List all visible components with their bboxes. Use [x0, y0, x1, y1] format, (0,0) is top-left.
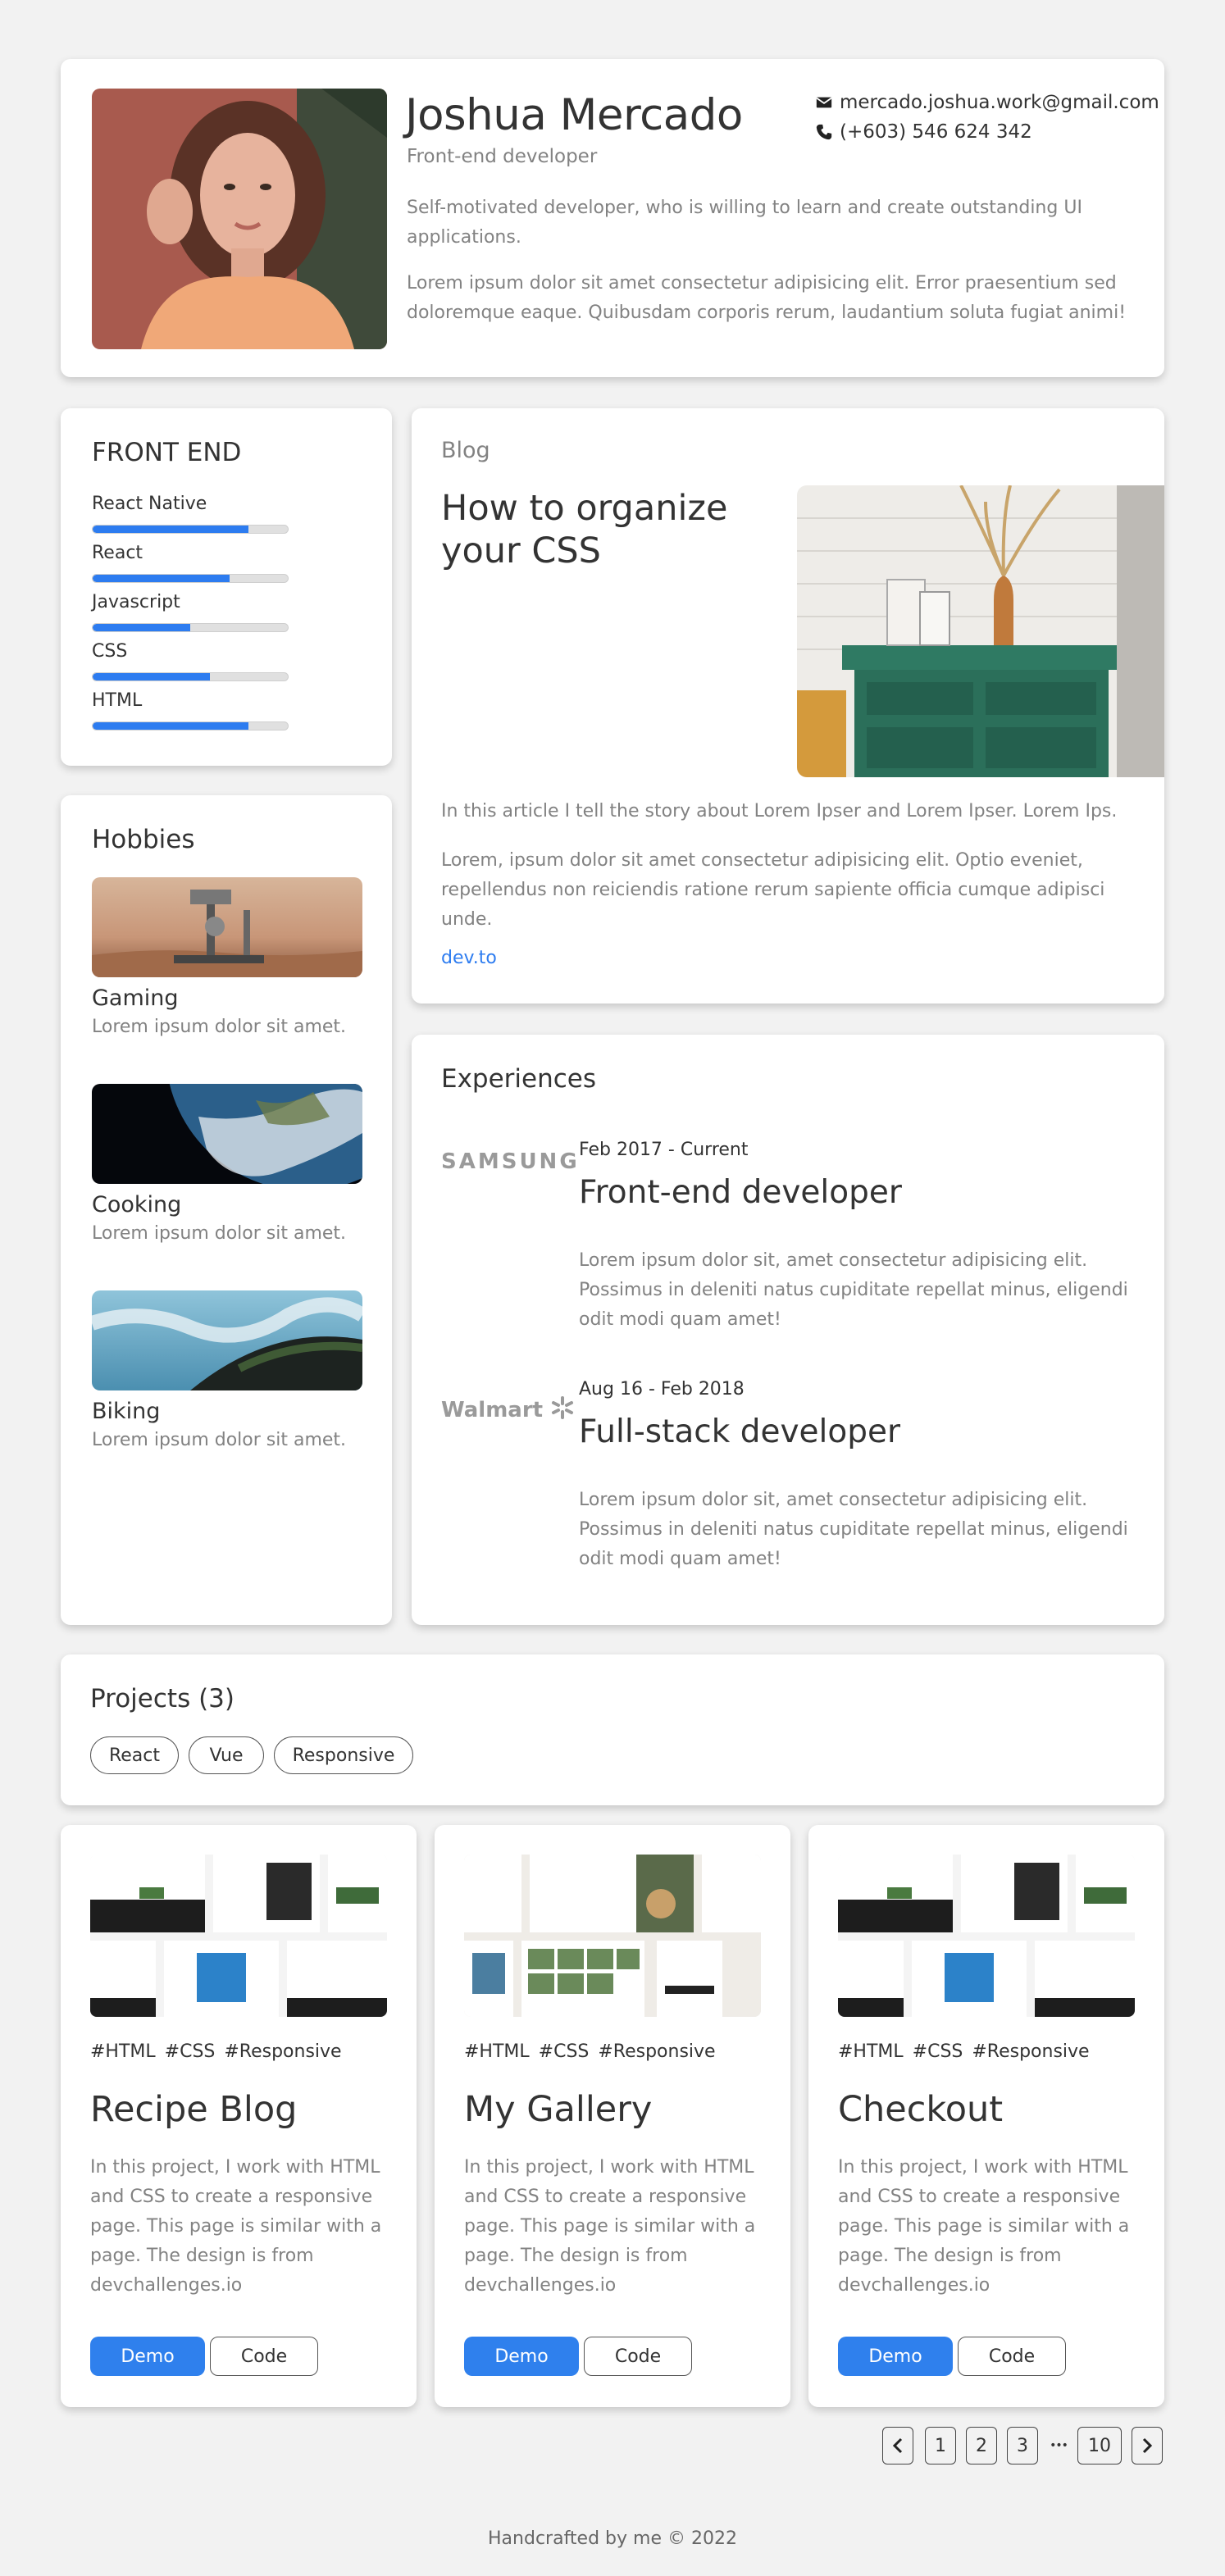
phone-text: (+603) 546 624 342 [840, 121, 1032, 143]
hobbies-title: Hobbies [92, 825, 195, 854]
skills-title: FRONT END [92, 438, 242, 467]
filter-vue-button[interactable]: Vue [189, 1736, 264, 1774]
skill-progress-bar [92, 525, 289, 534]
blog-summary: In this article I tell the story about L… [441, 801, 1118, 821]
pagination-page-button[interactable]: 3 [1007, 2427, 1038, 2464]
project-tags: #HTML #CSS #Responsive [838, 2041, 1090, 2062]
skill-progress-fill [93, 624, 190, 631]
project-title: Checkout [838, 2089, 1004, 2130]
blog-title[interactable]: How to organize your CSS [441, 487, 753, 572]
pagination-page-button[interactable]: 1 [925, 2427, 956, 2464]
demo-button[interactable]: Demo [464, 2337, 579, 2376]
footer-text: Handcrafted by me © 2022 [488, 2528, 737, 2549]
skills-card: FRONT END React Native React Javascript CSS… [61, 408, 392, 766]
project-thumbnail [464, 1855, 761, 2017]
walmart-logo-text: Walmart [441, 1398, 544, 1422]
filter-responsive-button[interactable]: Responsive [274, 1736, 413, 1774]
blog-kicker: Blog [441, 438, 490, 463]
exp-desc: Lorem ipsum dolor sit, amet consectetur … [579, 1490, 1128, 1569]
pagination-ellipsis: ••• [1050, 2439, 1068, 2452]
skill-label: CSS [92, 641, 128, 662]
skill-progress-fill [93, 526, 249, 533]
projects-title: Projects (3) [90, 1684, 235, 1714]
samsung-logo: SAMSUNG [441, 1149, 580, 1174]
chevron-left-icon [892, 2437, 903, 2454]
profile-card: Joshua Mercado Front-end developer merca… [61, 59, 1164, 377]
hobby-name-gaming: Gaming [92, 985, 179, 1011]
experiences-title: Experiences [441, 1064, 597, 1094]
project-title: My Gallery [464, 2089, 653, 2130]
blog-body: Lorem, ipsum dolor sit amet consectetur … [441, 850, 1105, 930]
demo-button[interactable]: Demo [838, 2337, 953, 2376]
project-thumbnail [90, 1855, 387, 2017]
hobby-desc-cooking: Lorem ipsum dolor sit amet. [92, 1223, 347, 1244]
envelope-icon [816, 97, 832, 108]
exp-title: Full-stack developer [579, 1413, 900, 1450]
pagination-prev-button[interactable] [882, 2427, 913, 2464]
skill-label: React Native [92, 494, 207, 514]
profile-name: Joshua Mercado [405, 90, 743, 140]
skill-progress-bar [92, 574, 289, 583]
hobby-image-cooking [92, 1084, 362, 1184]
profile-bio: Self-motivated developer, who is willing… [407, 198, 1082, 248]
project-tags: #HTML #CSS #Responsive [464, 2041, 716, 2062]
exp-title: Front-end developer [579, 1174, 902, 1211]
blog-image [797, 485, 1164, 777]
skill-progress-fill [93, 722, 249, 730]
spark-icon [552, 1396, 574, 1419]
experiences-card: Experiences SAMSUNG Feb 2017 - Current F… [412, 1035, 1164, 1625]
project-title: Recipe Blog [90, 2089, 298, 2130]
blog-card: Blog How to organize your CSS In this ar… [412, 408, 1164, 1004]
profile-extra: Lorem ipsum dolor sit amet consectetur a… [407, 273, 1127, 323]
code-button[interactable]: Code [584, 2337, 692, 2376]
demo-button[interactable]: Demo [90, 2337, 205, 2376]
project-card-my-gallery: #HTML #CSS #Responsive My Gallery In thi… [435, 1825, 790, 2407]
skill-progress-bar [92, 721, 289, 730]
project-tags: #HTML #CSS #Responsive [90, 2041, 342, 2062]
blog-link[interactable]: dev.to [441, 948, 497, 968]
hobby-name-cooking: Cooking [92, 1192, 182, 1217]
chevron-right-icon [1142, 2437, 1153, 2454]
code-button[interactable]: Code [958, 2337, 1066, 2376]
hobby-image-biking [92, 1290, 362, 1390]
phone-contact[interactable]: (+603) 546 624 342 [815, 121, 1032, 143]
filter-react-button[interactable]: React [90, 1736, 179, 1774]
skill-progress-bar [92, 672, 289, 681]
exp-desc: Lorem ipsum dolor sit, amet consectetur … [579, 1250, 1128, 1330]
projects-header-card: Projects (3) React Vue Responsive [61, 1654, 1164, 1805]
hobby-desc-biking: Lorem ipsum dolor sit amet. [92, 1430, 347, 1450]
phone-icon [816, 124, 832, 140]
skill-progress-fill [93, 673, 210, 680]
exp-date: Feb 2017 - Current [579, 1140, 749, 1160]
hobby-name-biking: Biking [92, 1399, 161, 1424]
profile-role: Front-end developer [407, 146, 598, 167]
skill-label: React [92, 543, 143, 563]
hobbies-card: Hobbies Gaming Lorem ipsum dolor sit ame… [61, 795, 392, 1625]
pagination-next-button[interactable] [1132, 2427, 1163, 2464]
email-contact[interactable]: mercado.joshua.work@gmail.com [815, 92, 1159, 113]
profile-photo [92, 89, 387, 349]
hobby-desc-gaming: Lorem ipsum dolor sit amet. [92, 1017, 347, 1037]
project-description: In this project, I work with HTML and CS… [464, 2157, 756, 2296]
skill-progress-bar [92, 623, 289, 632]
pagination-page-button[interactable]: 2 [966, 2427, 997, 2464]
skill-progress-fill [93, 575, 230, 582]
project-card-recipe-blog: #HTML #CSS #Responsive Recipe Blog In th… [61, 1825, 417, 2407]
skill-label: HTML [92, 690, 143, 711]
project-description: In this project, I work with HTML and CS… [838, 2157, 1130, 2296]
project-card-checkout: #HTML #CSS #Responsive Checkout In this … [808, 1825, 1164, 2407]
skill-label: Javascript [92, 592, 180, 612]
walmart-logo: Walmart [441, 1395, 575, 1422]
project-thumbnail [838, 1855, 1135, 2017]
email-text: mercado.joshua.work@gmail.com [840, 92, 1159, 113]
exp-date: Aug 16 - Feb 2018 [579, 1379, 745, 1400]
code-button[interactable]: Code [210, 2337, 318, 2376]
pagination-page-button[interactable]: 10 [1077, 2427, 1122, 2464]
hobby-image-gaming [92, 877, 362, 977]
project-description: In this project, I work with HTML and CS… [90, 2157, 382, 2296]
